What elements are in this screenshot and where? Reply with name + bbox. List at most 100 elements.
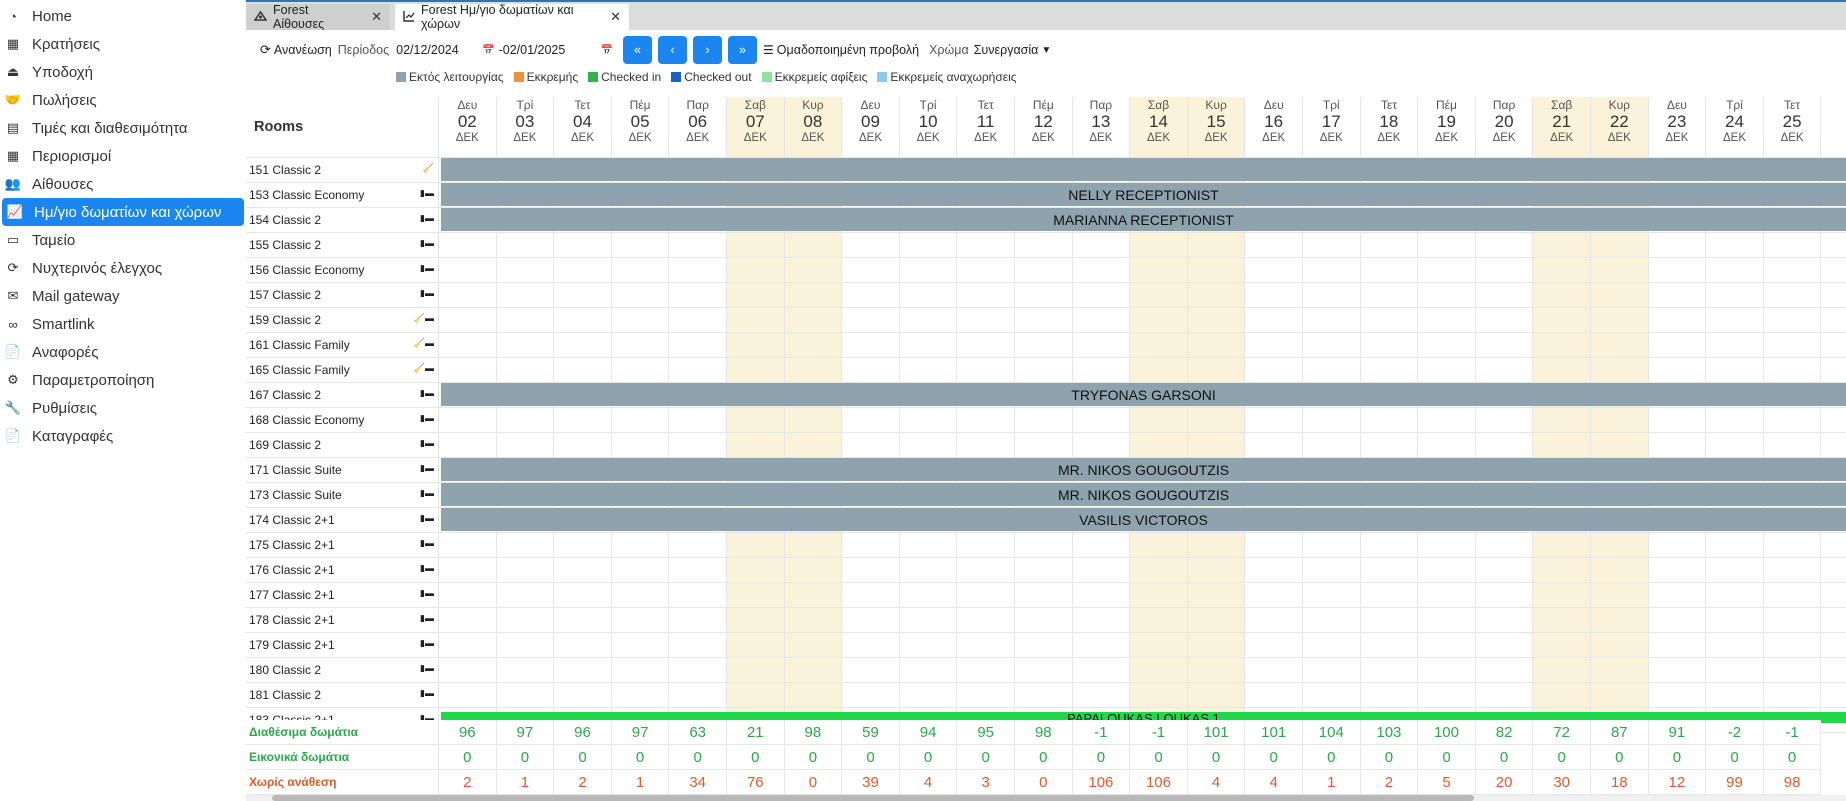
tab-room-chart[interactable]: Forest Ημ/γιο δωματίων και χώρων ✕ bbox=[395, 3, 629, 31]
sidebar-item-11[interactable]: ∞ Smartlink bbox=[0, 310, 246, 338]
day-column[interactable] bbox=[1130, 158, 1188, 733]
room-row-label[interactable]: 155 Classic 2 ▮▬ bbox=[246, 233, 439, 258]
room-row-label[interactable]: 178 Classic 2+1 ▮▬ bbox=[246, 608, 439, 633]
sidebar-item-label: Mail gateway bbox=[32, 287, 120, 305]
day-column[interactable] bbox=[1073, 158, 1131, 733]
day-column[interactable] bbox=[1706, 158, 1764, 733]
room-row-label[interactable]: 168 Classic Economy ▮▬ bbox=[246, 408, 439, 433]
sidebar-item-0[interactable]: ◔ Home bbox=[0, 2, 246, 30]
date-from-input[interactable]: 02/12/2024 bbox=[394, 38, 481, 62]
housekeeping-status-icon: ▮▬ bbox=[420, 388, 434, 398]
last-page-button[interactable]: » bbox=[728, 36, 758, 64]
sidebar-item-6[interactable]: 👥 Αίθουσες bbox=[0, 170, 246, 198]
room-row-label[interactable]: 151 Classic 2 🧹 bbox=[246, 158, 439, 183]
day-header-dn: Δευ bbox=[1263, 98, 1284, 112]
day-column[interactable] bbox=[1649, 158, 1707, 733]
room-row-label[interactable]: 179 Classic 2+1 ▮▬ bbox=[246, 633, 439, 658]
sidebar-item-3[interactable]: 🤝 Πωλήσεις bbox=[0, 86, 246, 114]
grouped-view-toggle[interactable]: Ομαδοποιημένη προβολή bbox=[777, 43, 919, 57]
day-column[interactable] bbox=[1303, 158, 1361, 733]
sidebar-item-2[interactable]: ⏏ Υποδοχή bbox=[0, 58, 246, 86]
reservation-bar[interactable]: TRYFONAS GARSONI bbox=[441, 383, 1846, 406]
day-header: Κυρ 08 ΔΕΚ bbox=[784, 97, 843, 157]
sidebar-item-15[interactable]: 📄 Καταγραφές bbox=[0, 422, 246, 450]
room-row-label[interactable]: 173 Classic Suite ▮▬ bbox=[246, 483, 439, 508]
reservation-bar[interactable]: NELLY RECEPTIONIST bbox=[441, 183, 1846, 206]
room-row-label[interactable]: 174 Classic 2+1 ▮▬ bbox=[246, 508, 439, 533]
room-row-label[interactable]: 181 Classic 2 ▮▬ bbox=[246, 683, 439, 708]
room-row-label[interactable]: 177 Classic 2+1 ▮▬ bbox=[246, 583, 439, 608]
day-column[interactable] bbox=[1187, 158, 1246, 733]
scrollbar-thumb[interactable] bbox=[272, 795, 1474, 801]
room-row-label[interactable]: 161 Classic Family 🧹▬ bbox=[246, 333, 439, 358]
sidebar-item-14[interactable]: 🔧 Ρυθμίσεις bbox=[0, 394, 246, 422]
room-row-label[interactable]: 157 Classic 2 ▮▬ bbox=[246, 283, 439, 308]
sidebar-item-1[interactable]: ▦ Κρατήσεις bbox=[0, 30, 246, 58]
day-column[interactable] bbox=[1418, 158, 1476, 733]
room-row-label[interactable]: 165 Classic Family 🧹▬ bbox=[246, 358, 439, 383]
next-page-button[interactable]: › bbox=[693, 36, 723, 64]
room-row-label[interactable]: 169 Classic 2 ▮▬ bbox=[246, 433, 439, 458]
day-column[interactable] bbox=[1591, 158, 1649, 733]
color-select[interactable]: Συνεργασία ▼ bbox=[974, 43, 1052, 57]
day-column[interactable] bbox=[784, 158, 843, 733]
day-column[interactable] bbox=[900, 158, 958, 733]
day-column[interactable] bbox=[497, 158, 555, 733]
day-header-dd: 14 bbox=[1149, 112, 1168, 131]
refresh-icon[interactable]: ⟳ bbox=[260, 42, 271, 58]
room-row-label[interactable]: 175 Classic 2+1 ▮▬ bbox=[246, 533, 439, 558]
date-to-input[interactable]: -02/01/2025 bbox=[496, 38, 597, 62]
room-row-label[interactable]: 176 Classic 2+1 ▮▬ bbox=[246, 558, 439, 583]
day-column[interactable] bbox=[842, 158, 900, 733]
room-row-label[interactable]: 171 Classic Suite ▮▬ bbox=[246, 458, 439, 483]
close-icon[interactable]: ✕ bbox=[371, 9, 382, 25]
reservation-bar[interactable]: VASILIS VICTOROS bbox=[441, 508, 1846, 531]
room-row-label[interactable]: 159 Classic 2 🧹▬ bbox=[246, 308, 439, 333]
calendar-icon[interactable]: 📅 bbox=[601, 45, 613, 56]
footer-value: 0 bbox=[1418, 745, 1476, 770]
calendar-icon[interactable]: 📅 bbox=[482, 45, 494, 56]
day-column[interactable] bbox=[1476, 158, 1534, 733]
sidebar-item-5[interactable]: ▦ Περιορισμοί bbox=[0, 142, 246, 170]
day-column[interactable] bbox=[1245, 158, 1303, 733]
day-column[interactable] bbox=[1015, 158, 1073, 733]
sidebar-item-label: Τιμές και διαθεσιμότητα bbox=[32, 119, 188, 137]
reservation-bar[interactable] bbox=[441, 158, 1846, 181]
prev-page-button[interactable]: ‹ bbox=[658, 36, 688, 64]
sidebar-item-8[interactable]: ▭ Ταμείο bbox=[0, 226, 246, 254]
refresh-button[interactable]: Ανανέωση bbox=[274, 43, 332, 57]
sidebar-item-7[interactable]: 📈 Ημ/γιο δωματίων και χώρων bbox=[2, 198, 244, 226]
room-row-label[interactable]: 167 Classic 2 ▮▬ bbox=[246, 383, 439, 408]
sidebar-item-9[interactable]: ⟳ Νυχτερινός έλεγχος bbox=[0, 254, 246, 282]
close-icon[interactable]: ✕ bbox=[610, 9, 621, 25]
reservation-bar[interactable]: MR. NIKOS GOUGOUTZIS bbox=[441, 458, 1846, 481]
footer-value: 4 bbox=[1245, 770, 1303, 795]
reservation-bar[interactable]: MARIANNA RECEPTIONIST bbox=[441, 208, 1846, 231]
room-row-label[interactable]: 156 Classic Economy ▮▬ bbox=[246, 258, 439, 283]
day-column[interactable] bbox=[1361, 158, 1419, 733]
housekeeping-status-icon: ▮▬ bbox=[420, 463, 434, 473]
footer-value: 101 bbox=[1245, 720, 1303, 745]
day-column[interactable] bbox=[554, 158, 612, 733]
footer-value: 0 bbox=[1015, 770, 1073, 795]
day-column[interactable] bbox=[727, 158, 785, 733]
horizontal-scrollbar[interactable] bbox=[246, 795, 1846, 801]
day-column[interactable] bbox=[957, 158, 1015, 733]
room-row-label[interactable]: 180 Classic 2 ▮▬ bbox=[246, 658, 439, 683]
room-row-label[interactable]: 153 Classic Economy ▮▬ bbox=[246, 183, 439, 208]
sidebar-item-10[interactable]: ✉ Mail gateway bbox=[0, 282, 246, 310]
day-column[interactable] bbox=[612, 158, 670, 733]
first-page-button[interactable]: « bbox=[623, 36, 653, 64]
day-column[interactable] bbox=[439, 158, 497, 733]
day-column[interactable] bbox=[669, 158, 727, 733]
footer-value: 0 bbox=[1187, 745, 1246, 770]
sidebar-item-4[interactable]: ▤ Τιμές και διαθεσιμότητα bbox=[0, 114, 246, 142]
day-column[interactable] bbox=[1533, 158, 1591, 733]
reservation-bar[interactable]: MR. NIKOS GOUGOUTZIS bbox=[441, 483, 1846, 506]
sidebar-item-13[interactable]: ⚙ Παραμετροποίηση bbox=[0, 366, 246, 394]
legend-swatch bbox=[877, 72, 888, 82]
sidebar-item-12[interactable]: 📄 Αναφορές bbox=[0, 338, 246, 366]
tab-forest-rooms[interactable]: Forest Αίθουσες ✕ bbox=[246, 3, 390, 31]
day-column[interactable] bbox=[1764, 158, 1822, 733]
room-row-label[interactable]: 154 Classic 2 ▮▬ bbox=[246, 208, 439, 233]
